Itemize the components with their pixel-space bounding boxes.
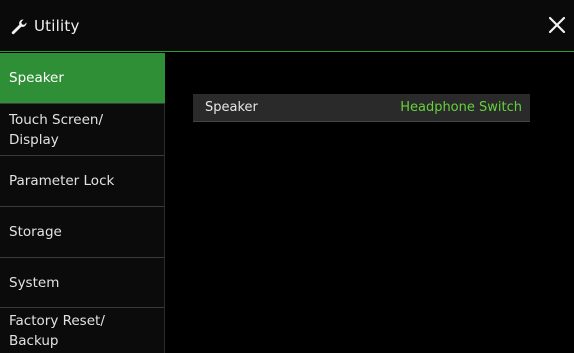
sidebar-item-factory-reset-backup[interactable]: Factory Reset/ Backup <box>0 308 165 353</box>
sidebar-item-label: Factory Reset/ Backup <box>9 312 105 349</box>
row-label: Speaker <box>205 100 258 115</box>
wrench-icon <box>11 19 27 35</box>
close-icon <box>548 16 566 34</box>
sidebar-item-label: System <box>9 274 60 291</box>
title-divider <box>0 51 574 52</box>
row-value: Headphone Switch <box>400 100 522 115</box>
title-bar: Utility <box>0 0 574 52</box>
sidebar-item-label: Parameter Lock <box>9 173 115 189</box>
utility-screen: Utility Speaker Touch Screen/ Display Pa… <box>0 0 574 353</box>
sidebar-item-parameter-lock[interactable]: Parameter Lock <box>0 156 165 207</box>
sidebar-item-label: Speaker <box>9 70 64 86</box>
sidebar-item-speaker[interactable]: Speaker <box>0 53 165 104</box>
sidebar: Speaker Touch Screen/ Display Parameter … <box>0 53 165 353</box>
list-item-speaker[interactable]: Speaker Headphone Switch <box>193 94 530 122</box>
page-title: Utility <box>34 17 80 35</box>
sidebar-item-storage[interactable]: Storage <box>0 207 165 258</box>
sidebar-item-system[interactable]: System <box>0 258 165 308</box>
sidebar-item-label: Touch Screen/ Display <box>9 111 103 148</box>
close-button[interactable] <box>544 12 570 38</box>
sidebar-item-label: Storage <box>9 224 62 240</box>
sidebar-item-touch-screen-display[interactable]: Touch Screen/ Display <box>0 104 165 156</box>
